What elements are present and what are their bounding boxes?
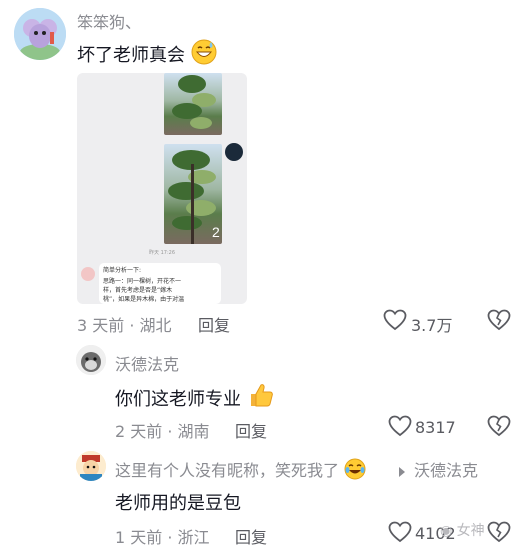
comment-username[interactable]: 这里有个人没有昵称，笑死我了 [115,457,366,484]
like-button[interactable] [388,521,412,547]
chat-avatar [225,143,243,161]
chat-bubble-line: 思路一：同一棵树，开花不一 [103,278,182,285]
broken-heart-icon [487,309,511,331]
chat-bubble-line: 桃”，如果是异木棉，由于对温 [103,296,185,303]
heart-icon [388,521,412,543]
thumbs-up-emoji-icon [247,381,275,414]
reply-button[interactable]: 回复 [198,312,230,336]
photo-badge-number: 2 [212,224,220,240]
avatar[interactable] [76,345,106,375]
reply-button[interactable]: 回复 [235,524,267,548]
like-button[interactable] [388,415,412,441]
reply-target-username[interactable]: 沃德法克 [414,457,478,481]
like-count: 3.7万 [411,316,453,335]
grinning-sweat-emoji-icon [191,39,217,70]
comment-text-content: 你们这老师专业 [115,389,241,410]
avatar[interactable] [76,451,106,481]
chat-avatar [81,267,95,281]
chat-bubble-title: 简单分析一下: [103,267,142,274]
plant-photo-main: 2 [164,144,222,244]
like-button[interactable] [383,309,407,335]
reply-button[interactable]: 回复 [235,418,267,442]
heart-icon [383,309,407,331]
cartoon-elephant-avatar-icon [14,8,66,60]
reply-arrow-icon [398,462,406,481]
broken-heart-icon [487,415,511,437]
chat-bubble-line: 样，首先考虑是否是“嫁木 [103,287,173,294]
dislike-button[interactable] [487,415,511,441]
watermark-text: 女神 [456,523,485,539]
comment-username[interactable]: 笨笨狗、 [77,9,141,33]
dislike-button[interactable] [487,521,511,547]
comment-username[interactable]: 沃德法克 [115,351,179,375]
heart-icon [388,415,412,437]
chat-bubble: 简单分析一下: 思路一：同一棵树，开花不一 样，首先考虑是否是“嫁木 桃”，如果… [99,263,221,304]
chat-timestamp: 昨天 17:26 [149,250,175,256]
comment-meta: 1 天前 · 浙江 [115,528,210,547]
watermark: ◉ 女神 [440,520,485,540]
comment-meta: 2 天前 · 湖南 [115,422,210,441]
comment-text: 你们这老师专业 [115,381,275,414]
dislike-button[interactable] [487,309,511,335]
avatar[interactable] [14,8,66,60]
plant-photo-top [164,73,222,135]
broken-heart-icon [487,521,511,543]
cartoon-character-avatar-icon [76,451,106,481]
like-count: 8317 [415,418,456,437]
comment-text: 老师用的是豆包 [115,493,241,514]
tears-of-joy-emoji-icon [344,458,366,484]
comment-text-content: 坏了老师真会 [77,45,185,66]
comment-attachment-image[interactable]: 2 昨天 17:26 简单分析一下: 思路一：同一棵树，开花不一 样，首先考虑是… [77,73,247,304]
watermark-icon: ◉ [440,523,453,539]
reply-author-name: 这里有个人没有昵称，笑死我了 [115,461,340,480]
comment-text: 坏了老师真会 [77,39,217,70]
cartoon-dog-avatar-icon [76,345,106,375]
comment-meta: 3 天前 · 湖北 [77,316,172,335]
